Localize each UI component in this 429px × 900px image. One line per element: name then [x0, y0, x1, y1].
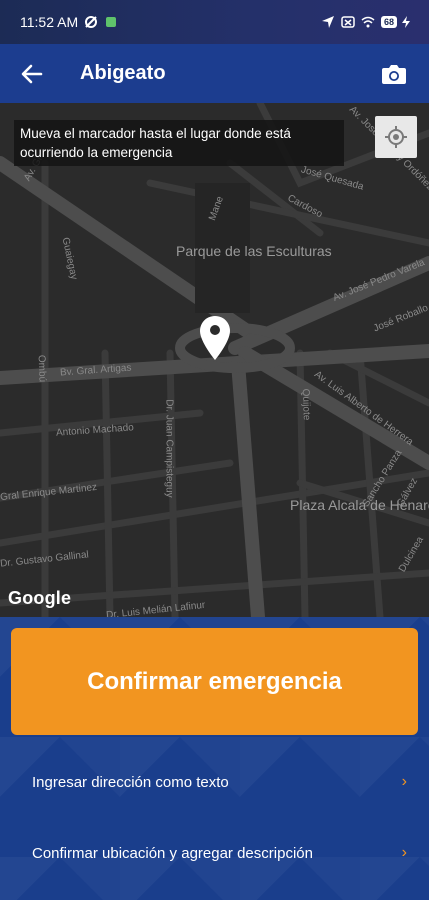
- sync-icon: [85, 16, 98, 28]
- status-time: 11:52 AM: [20, 14, 79, 30]
- location-arrow-icon: [321, 16, 334, 28]
- map-instruction: Mueva el marcador hasta el lugar donde e…: [14, 120, 344, 166]
- map-pin-icon[interactable]: [199, 315, 231, 361]
- my-location-button[interactable]: [375, 116, 417, 158]
- back-button[interactable]: [18, 60, 46, 88]
- charging-icon: [402, 16, 410, 28]
- chevron-right-icon: ›: [401, 773, 407, 790]
- battery-indicator: 68: [380, 15, 413, 29]
- option-label: Confirmar ubicación y agregar descripció…: [32, 844, 313, 862]
- google-logo: Google: [8, 588, 72, 608]
- map-view[interactable]: Parque de las Esculturas Plaza Alcala de…: [0, 103, 429, 617]
- confirm-location-description-option[interactable]: Confirmar ubicación y agregar descripció…: [0, 833, 429, 873]
- battery-level: 68: [380, 16, 397, 28]
- option-label: Ingresar dirección como texto: [32, 773, 229, 791]
- app-bar: Abigeato: [0, 44, 429, 103]
- camera-icon: [382, 65, 406, 84]
- enter-address-text-option[interactable]: Ingresar dirección como texto ›: [0, 762, 429, 802]
- wifi-icon: [361, 16, 375, 28]
- sim-icon: [341, 16, 355, 28]
- my-location-icon: [385, 126, 407, 148]
- arrow-left-icon: [21, 64, 43, 84]
- park-label: Parque de las Esculturas: [176, 243, 332, 259]
- app-notification-icon: [106, 17, 117, 27]
- street-label: Dr. Juan Campisteguy: [163, 399, 175, 498]
- confirm-emergency-button[interactable]: Confirmar emergencia: [11, 628, 418, 735]
- page-title: Abigeato: [80, 62, 166, 84]
- street-label: Ombú: [35, 354, 48, 383]
- camera-button[interactable]: [379, 60, 409, 88]
- status-bar: 11:52 AM 68: [0, 0, 429, 44]
- chevron-right-icon: ›: [401, 844, 407, 861]
- street-label: Quijote: [299, 388, 312, 421]
